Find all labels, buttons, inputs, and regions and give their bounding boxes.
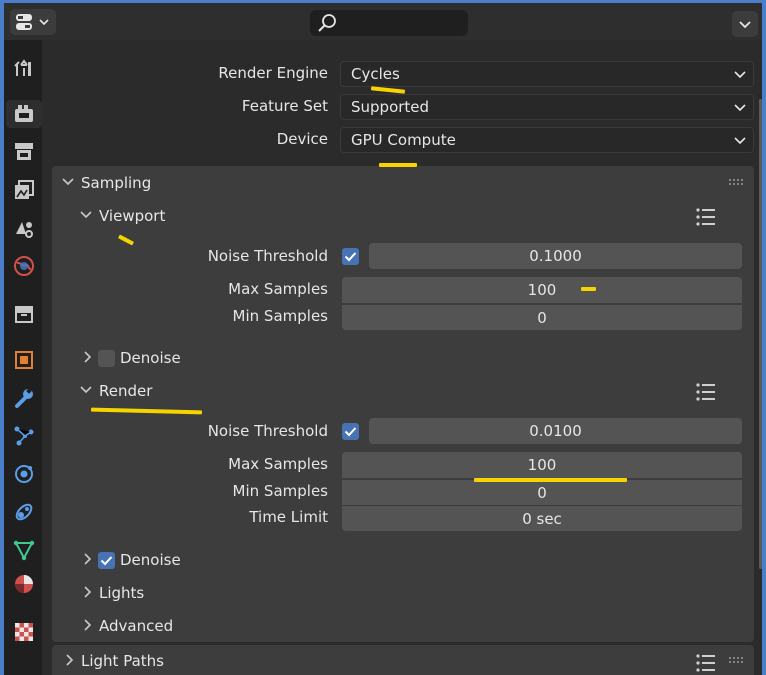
sampling-panel [52, 166, 754, 642]
viewport-subpanel-title[interactable]: Viewport [99, 207, 165, 225]
drag-grip-icon[interactable] [728, 656, 746, 664]
sampling-panel-title[interactable]: Sampling [81, 174, 151, 192]
annotation-mark [474, 478, 627, 482]
presets-list-icon[interactable] [695, 207, 717, 227]
modifiers-tab[interactable] [10, 384, 38, 412]
editor-type-icon [16, 14, 49, 30]
texture-tab[interactable] [10, 618, 38, 646]
scrollbar[interactable] [759, 43, 763, 663]
render-engine-label: Render Engine [218, 64, 328, 82]
chevron-right-icon[interactable] [80, 584, 96, 600]
chevron-down-icon [734, 104, 746, 112]
viewport-max-samples-field[interactable]: 100 [342, 277, 742, 303]
chevron-down-icon [734, 71, 746, 79]
checkmark-icon [344, 252, 357, 262]
constraints-tab[interactable] [10, 498, 38, 526]
render-denoise-label[interactable]: Denoise [120, 551, 181, 569]
feature-set-label: Feature Set [241, 97, 328, 115]
constraints-icon [15, 503, 33, 521]
chevron-right-icon[interactable] [62, 652, 78, 668]
output-tab[interactable] [10, 138, 38, 166]
particles-tab[interactable] [10, 422, 38, 450]
render-noise-threshold-field[interactable]: 0.0100 [369, 418, 742, 444]
render-min-samples-field[interactable]: 0 [342, 479, 742, 505]
render-max-samples-label: Max Samples [228, 455, 328, 473]
scene-icon [16, 222, 33, 238]
view-layer-tab[interactable] [10, 176, 38, 204]
scene-tab[interactable] [10, 214, 38, 242]
device-value: GPU Compute [351, 131, 456, 149]
annotation-mark [581, 287, 596, 291]
chevron-right-icon[interactable] [80, 349, 96, 365]
viewport-denoise-checkbox[interactable] [98, 350, 115, 367]
render-subpanel-title[interactable]: Render [99, 382, 152, 400]
particles-icon [14, 426, 34, 446]
search-icon [318, 14, 336, 32]
physics-tab[interactable] [10, 460, 38, 488]
tool-tab[interactable] [10, 54, 38, 82]
render-time-limit-label: Time Limit [249, 508, 328, 526]
advanced-subpanel-title[interactable]: Advanced [99, 617, 173, 635]
device-label: Device [276, 130, 328, 148]
feature-set-select[interactable]: Supported [340, 94, 754, 120]
texture-icon [15, 623, 33, 641]
viewport-min-samples-field[interactable]: 0 [342, 304, 742, 330]
render-engine-select[interactable]: Cycles [340, 61, 754, 87]
output-icon [15, 143, 33, 160]
presets-list-icon[interactable] [695, 382, 717, 402]
presets-list-icon[interactable] [695, 653, 717, 673]
object-tab[interactable] [10, 346, 38, 374]
render-min-samples-label: Min Samples [232, 482, 328, 500]
render-denoise-checkbox[interactable] [98, 552, 115, 569]
material-icon [15, 575, 33, 593]
render-noise-threshold-checkbox[interactable] [342, 423, 359, 440]
render-max-samples-field[interactable]: 100 [342, 452, 742, 478]
viewport-max-samples-label: Max Samples [228, 280, 328, 298]
viewport-noise-threshold-label: Noise Threshold [207, 247, 328, 265]
lights-subpanel-title[interactable]: Lights [99, 584, 144, 602]
chevron-down-icon[interactable] [60, 174, 76, 190]
viewport-denoise-label[interactable]: Denoise [120, 349, 181, 367]
render-tab[interactable] [6, 100, 42, 128]
viewport-min-samples-label: Min Samples [232, 307, 328, 325]
options-dropdown-button[interactable] [732, 11, 758, 37]
chevron-down-icon[interactable] [78, 382, 94, 398]
header-bar [4, 3, 762, 40]
feature-set-value: Supported [351, 98, 430, 116]
chevron-down-icon [734, 137, 746, 145]
render-icon [15, 105, 33, 122]
collection-icon [15, 306, 33, 323]
object-icon [15, 351, 33, 369]
drag-grip-icon[interactable] [728, 178, 746, 186]
checkmark-icon [344, 427, 357, 437]
render-engine-value: Cycles [351, 65, 400, 83]
render-time-limit-field[interactable]: 0 sec [342, 505, 742, 531]
search-input[interactable] [310, 10, 468, 36]
chevron-right-icon[interactable] [80, 617, 96, 633]
render-noise-threshold-label: Noise Threshold [207, 422, 328, 440]
tool-icon [14, 59, 31, 76]
annotation-mark [379, 163, 417, 167]
collection-tab[interactable] [10, 300, 38, 328]
light-paths-panel-title[interactable]: Light Paths [81, 652, 164, 670]
world-tab[interactable] [10, 252, 38, 280]
viewport-noise-threshold-checkbox[interactable] [342, 248, 359, 265]
editor-type-button[interactable] [10, 9, 56, 35]
wrench-icon [15, 388, 33, 408]
chevron-right-icon[interactable] [80, 551, 96, 567]
physics-icon [15, 465, 33, 483]
properties-tab-bar [4, 40, 42, 675]
chevron-down-icon [739, 21, 751, 29]
device-select[interactable]: GPU Compute [340, 127, 754, 153]
object-data-tab[interactable] [10, 536, 38, 564]
world-icon [14, 256, 34, 276]
scrollbar-thumb[interactable] [759, 99, 762, 569]
checkmark-icon [100, 556, 113, 566]
view-layer-icon [15, 180, 34, 199]
viewport-noise-threshold-field[interactable]: 0.1000 [369, 243, 742, 269]
mesh-data-icon [13, 540, 35, 561]
chevron-down-icon[interactable] [78, 207, 94, 223]
material-tab[interactable] [10, 570, 38, 598]
